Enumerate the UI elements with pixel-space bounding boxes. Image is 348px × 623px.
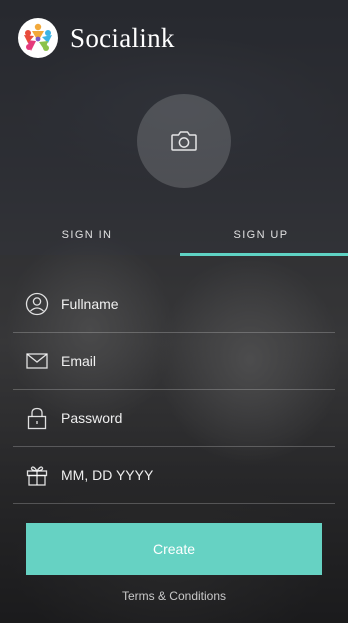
auth-tabs: SIGN IN SIGN UP [0,220,348,256]
tab-sign-up[interactable]: SIGN UP [174,220,348,256]
envelope-icon [26,353,48,369]
gift-icon [26,466,48,486]
tab-sign-in[interactable]: SIGN IN [0,220,174,256]
birthday-input[interactable] [61,467,301,483]
app-title: Socialink [70,22,175,53]
signup-form [0,276,348,504]
app-header: Socialink [18,18,175,58]
password-input[interactable] [61,410,301,426]
camera-icon [171,131,197,151]
birthday-field-row [13,447,335,504]
email-field-row [13,333,335,390]
lock-icon [27,407,47,430]
user-icon [25,292,49,316]
fullname-field-row [13,276,335,333]
create-button[interactable]: Create [26,523,322,575]
fullname-input[interactable] [61,296,301,312]
colorful-people-logo-icon [18,18,58,58]
profile-photo-button[interactable] [137,94,231,188]
email-input[interactable] [61,353,301,369]
password-field-row [13,390,335,447]
terms-link[interactable]: Terms & Conditions [0,589,348,603]
signup-screen: Socialink SIGN IN SIGN UP Fullname Email… [0,0,348,623]
